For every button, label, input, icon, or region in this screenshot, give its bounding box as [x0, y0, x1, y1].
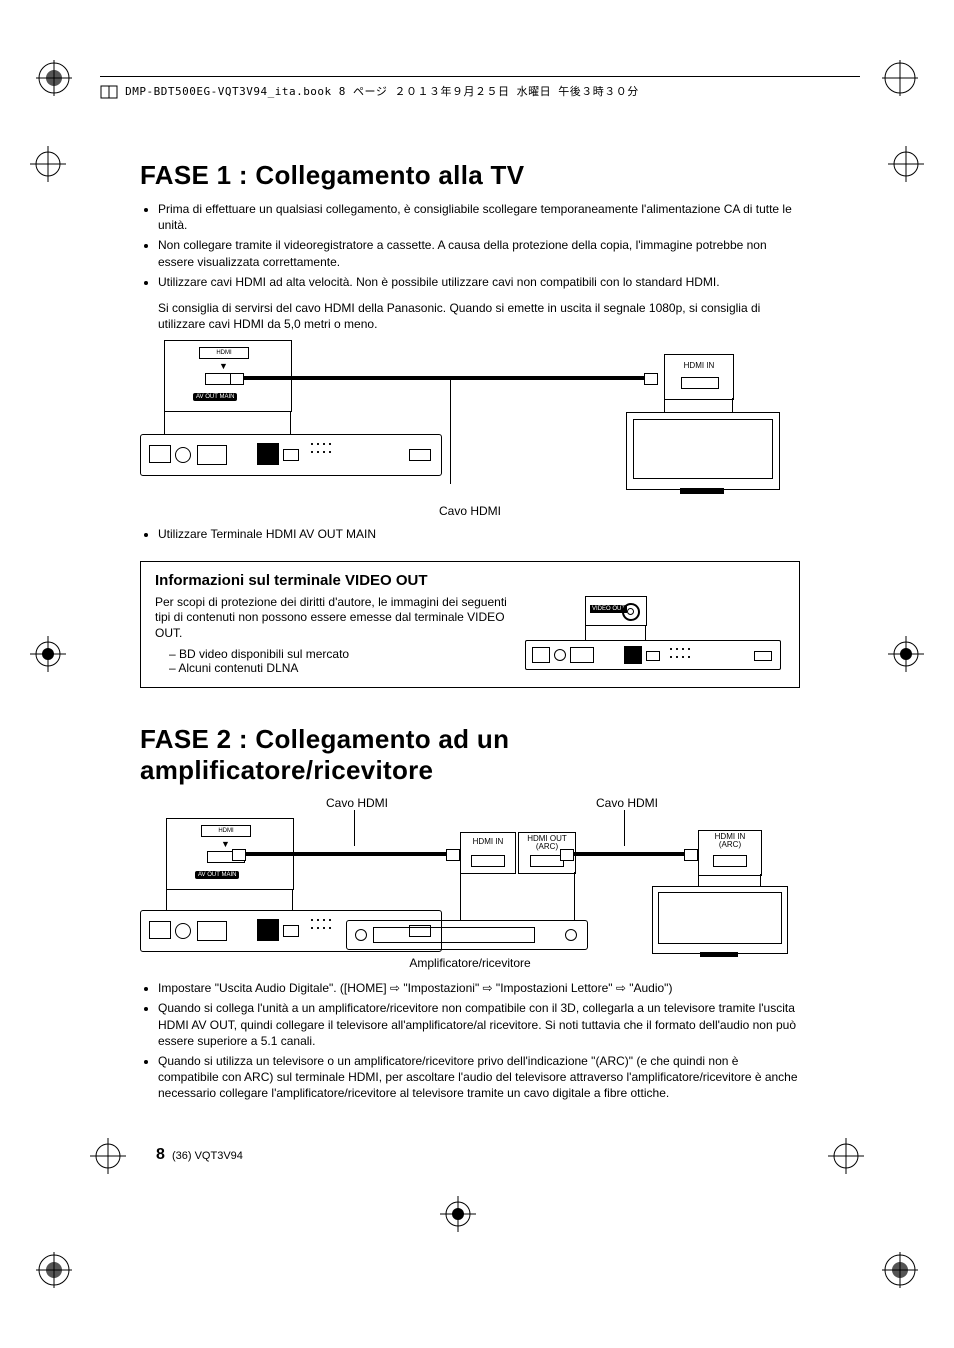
mini-device-diagram: VIDEO OUT [525, 596, 785, 670]
heading-fase-2: FASE 2 : Collegamento ad un amplificator… [140, 724, 800, 786]
running-header-text: DMP-BDT500EG-VQT3V94_ita.book 8 ページ ２０１３… [125, 85, 639, 98]
list-item: Quando si collega l'unità a un amplifica… [158, 1000, 800, 1049]
hdmi-cable-icon [244, 376, 644, 380]
chevron-down-icon: ▼ [221, 839, 230, 849]
avout-badge: AV OUT MAIN [193, 393, 237, 401]
tv-body-icon [626, 412, 780, 490]
list-item: Impostare "Uscita Audio Digitale". ([HOM… [158, 980, 800, 996]
crop-mark-icon [888, 636, 924, 672]
cable-plug-icon [684, 849, 698, 861]
page-number: 8 [156, 1146, 165, 1163]
list-item: Quando si utilizza un televisore o un am… [158, 1053, 800, 1102]
list-item: Utilizzare Terminale HDMI AV OUT MAIN [158, 526, 800, 542]
cable-plug-icon [644, 373, 658, 385]
avout-badge: AV OUT MAIN [195, 871, 239, 879]
hdmi-badge: HDMI [199, 347, 249, 359]
cable-plug-icon [446, 849, 460, 861]
hdmi-badge: HDMI [201, 825, 251, 837]
hdmi-port-icon [681, 377, 719, 389]
cable-plug-icon [230, 373, 244, 385]
crop-mark-icon [882, 60, 918, 96]
diagram-fase1: HDMI ▼ AV OUT MAIN [140, 340, 788, 500]
chevron-down-icon: ▼ [219, 361, 228, 371]
hdmi-in-arc-label: HDMI IN (ARC) [705, 833, 755, 849]
video-out-info-box: Informazioni sul terminale VIDEO OUT Per… [140, 561, 800, 689]
hdmi-in-label: HDMI IN [464, 837, 512, 846]
cable-label-right: Cavo HDMI [596, 796, 658, 810]
amp-hdmi-in: HDMI IN [460, 832, 516, 874]
crop-mark-icon [36, 60, 72, 96]
hdmi-port-icon [530, 855, 564, 867]
tv-stand-icon [700, 952, 738, 957]
crop-mark-icon [30, 146, 66, 182]
player-body-icon [140, 434, 442, 476]
fase1-subtext: Si consiglia di servirsi del cavo HDMI d… [158, 300, 800, 332]
hdmi-cable-icon [246, 852, 446, 856]
heading-fase-1: FASE 1 : Collegamento alla TV [140, 160, 800, 191]
tv-body-icon [652, 886, 788, 954]
tv-port-detail: HDMI IN (ARC) [698, 830, 762, 876]
doc-code: VQT3V94 [195, 1150, 243, 1162]
crop-mark-icon [828, 1138, 864, 1174]
crop-mark-icon [888, 146, 924, 182]
hdmi-port-icon [471, 855, 505, 867]
info-title: Informazioni sul terminale VIDEO OUT [155, 572, 785, 589]
crop-mark-icon [36, 1252, 72, 1288]
fase1-bullets: Prima di effettuare un qualsiasi collega… [140, 201, 800, 290]
list-item: Prima di effettuare un qualsiasi collega… [158, 201, 800, 233]
book-icon [100, 85, 118, 99]
amplifier-body-icon [346, 920, 588, 950]
page-seq: (36) [172, 1150, 192, 1162]
crop-mark-icon [30, 636, 66, 672]
amp-caption: Amplificatore/ricevitore [390, 956, 550, 970]
diagram-fase2: Cavo HDMI Cavo HDMI HDMI ▼ AV OUT MAIN [140, 796, 788, 966]
crop-mark-icon [882, 1252, 918, 1288]
hdmi-port-icon [713, 855, 747, 867]
cable-plug-icon [560, 849, 574, 861]
crop-mark-icon [440, 1196, 476, 1232]
info-paragraph: Per scopi di protezione dei diritti d'au… [155, 595, 515, 642]
tv-port-detail: HDMI IN [664, 354, 734, 400]
cable-plug-icon [232, 849, 246, 861]
video-out-port: VIDEO OUT [585, 596, 647, 626]
crop-mark-icon [90, 1138, 126, 1174]
running-header: DMP-BDT500EG-VQT3V94_ita.book 8 ページ ２０１３… [100, 76, 860, 99]
player-body-icon [525, 640, 781, 670]
hdmi-in-label: HDMI IN [675, 361, 723, 370]
cable-caption: Cavo HDMI [140, 504, 800, 518]
rca-jack-icon [622, 603, 640, 621]
tv-stand-icon [680, 488, 724, 494]
hdmi-cable-icon [574, 852, 684, 856]
cable-label-left: Cavo HDMI [326, 796, 388, 810]
page-footer: 8 (36) VQT3V94 [156, 1146, 243, 1164]
list-item: Non collegare tramite il videoregistrato… [158, 237, 800, 269]
list-item: Utilizzare cavi HDMI ad alta velocità. N… [158, 274, 800, 290]
